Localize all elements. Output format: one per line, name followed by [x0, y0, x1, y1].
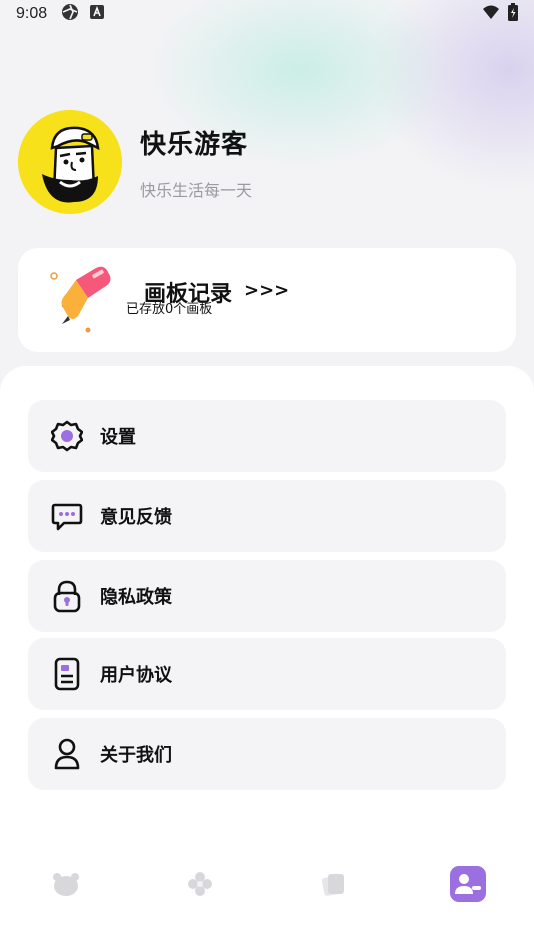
menu-item-settings[interactable]: 设置	[28, 400, 506, 472]
menu-item-feedback[interactable]: 意见反馈	[28, 480, 506, 552]
bear-icon	[52, 872, 80, 900]
profile-motto: 快乐生活每一天	[140, 180, 253, 200]
pencil-icon	[48, 264, 128, 336]
menu-label-feedback: 意见反馈	[100, 507, 172, 528]
profile-icon	[450, 866, 486, 906]
lock-icon	[50, 579, 84, 613]
tab-cards[interactable]	[314, 866, 354, 906]
board-subtitle: 已存放0个画板	[126, 302, 213, 317]
menu-label-settings: 设置	[100, 427, 136, 448]
username: 快乐游客	[140, 129, 249, 160]
menu-label-about: 关于我们	[100, 745, 172, 766]
menu-label-agreement: 用户协议	[100, 665, 172, 686]
status-bar: 9:08	[0, 0, 534, 28]
avatar[interactable]	[18, 110, 122, 214]
battery-icon	[508, 3, 518, 25]
wifi-icon	[482, 4, 500, 24]
tab-home[interactable]	[46, 866, 86, 906]
board-arrow: >>>	[244, 280, 290, 301]
chat-icon	[50, 499, 84, 533]
person-icon	[50, 737, 84, 771]
profile-section: 快乐游客 快乐生活每一天	[18, 110, 252, 214]
tab-profile[interactable]	[448, 866, 488, 906]
menu-item-agreement[interactable]: 用户协议	[28, 638, 506, 710]
gear-icon	[50, 419, 84, 453]
menu-item-about[interactable]: 关于我们	[28, 718, 506, 790]
flower-icon	[187, 871, 213, 901]
document-icon	[50, 657, 84, 691]
a-letter-icon	[89, 4, 105, 24]
tab-discover[interactable]	[180, 866, 220, 906]
tab-bar	[0, 858, 534, 914]
menu-item-privacy[interactable]: 隐私政策	[28, 560, 506, 632]
aperture-icon	[61, 3, 79, 25]
cards-icon	[321, 871, 347, 901]
status-time: 9:08	[16, 5, 48, 22]
menu-label-privacy: 隐私政策	[100, 587, 172, 608]
board-record-card[interactable]: 画板记录 >>> 已存放0个画板	[18, 248, 516, 352]
